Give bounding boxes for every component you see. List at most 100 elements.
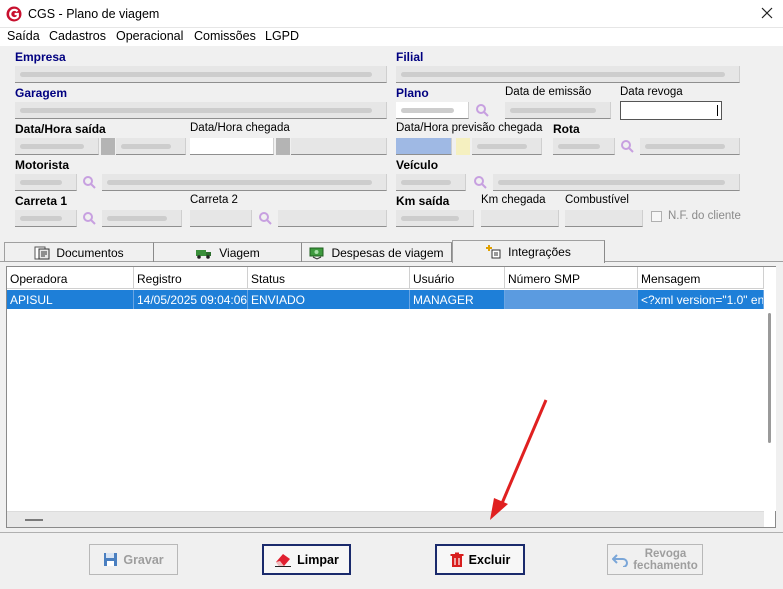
- plano-field[interactable]: [396, 102, 469, 119]
- carreta2-search-icon[interactable]: [258, 211, 272, 225]
- km-chegada-label: Km chegada: [481, 194, 546, 206]
- data-saida-field[interactable]: [15, 138, 99, 155]
- excluir-label: Excluir: [468, 552, 511, 567]
- undo-icon: [612, 553, 629, 567]
- revoga-label-line2: fechamento: [633, 559, 698, 572]
- empresa-field[interactable]: [15, 66, 387, 83]
- data-revoga-field[interactable]: [620, 101, 722, 120]
- money-icon: [309, 247, 324, 260]
- data-previsao-field[interactable]: [396, 138, 452, 155]
- combustivel-field[interactable]: [565, 210, 643, 227]
- km-chegada-field[interactable]: [481, 210, 559, 227]
- rota-label: Rota: [553, 122, 580, 136]
- menu-lgpd[interactable]: LGPD: [265, 29, 299, 43]
- combustivel-label: Combustível: [565, 194, 629, 206]
- close-button[interactable]: [755, 2, 779, 24]
- carreta2-desc-field[interactable]: [278, 210, 387, 227]
- rota-desc-field[interactable]: [640, 138, 740, 155]
- motorista-label: Motorista: [15, 158, 69, 172]
- excluir-button[interactable]: Excluir: [435, 544, 525, 575]
- carreta1-search-icon[interactable]: [82, 211, 96, 225]
- cell-usuario[interactable]: MANAGER: [410, 290, 505, 309]
- empresa-label: Empresa: [15, 50, 66, 64]
- carreta1-label: Carreta 1: [15, 194, 68, 208]
- integrations-grid[interactable]: Operadora Registro Status Usuário Número…: [6, 266, 776, 528]
- menu-operacional[interactable]: Operacional: [116, 29, 183, 43]
- menu-cadastros[interactable]: Cadastros: [49, 29, 106, 43]
- tab-viagem-label: Viagem: [219, 245, 260, 260]
- hora-previsao-field[interactable]: [472, 138, 542, 155]
- garagem-field[interactable]: [15, 102, 387, 119]
- revoga-fechamento-label: Revoga fechamento: [633, 548, 698, 572]
- data-saida-picker[interactable]: [101, 138, 115, 155]
- column-header-numero-smp[interactable]: Número SMP: [505, 267, 638, 289]
- carreta1-code-field[interactable]: [15, 210, 77, 227]
- integration-icon: [486, 245, 501, 259]
- horizontal-scroll-thumb[interactable]: [25, 519, 43, 521]
- gravar-button[interactable]: Gravar: [89, 544, 178, 575]
- eraser-icon: [275, 554, 292, 567]
- menu-bar: Saída Cadastros Operacional Comissões LG…: [0, 28, 783, 46]
- plano-search-icon[interactable]: [475, 103, 489, 117]
- cell-numero-smp[interactable]: [505, 290, 638, 309]
- vertical-scrollbar[interactable]: [764, 267, 776, 511]
- motorista-search-icon[interactable]: [82, 175, 96, 189]
- menu-comissoes[interactable]: Comissões: [194, 29, 256, 43]
- column-header-mensagem[interactable]: Mensagem: [638, 267, 764, 289]
- tab-integracoes-label: Integrações: [508, 245, 571, 259]
- motorista-name-field[interactable]: [102, 174, 387, 191]
- tab-integracoes[interactable]: Integrações: [452, 240, 605, 263]
- app-logo-icon: [6, 6, 22, 22]
- nf-cliente-label: N.F. do cliente: [668, 210, 741, 222]
- nf-cliente-checkbox[interactable]: [651, 211, 662, 222]
- limpar-button[interactable]: Limpar: [262, 544, 351, 575]
- veiculo-search-icon[interactable]: [473, 175, 487, 189]
- data-chegada-picker[interactable]: [276, 138, 290, 155]
- cell-status[interactable]: ENVIADO: [248, 290, 410, 309]
- cell-registro[interactable]: 14/05/2025 09:04:06: [134, 290, 248, 309]
- column-header-status[interactable]: Status: [248, 267, 410, 289]
- revoga-label-line1: Revoga: [644, 547, 687, 560]
- veiculo-desc-field[interactable]: [493, 174, 740, 191]
- carreta1-desc-field[interactable]: [102, 210, 182, 227]
- cell-mensagem[interactable]: <?xml version="1.0" enco: [638, 290, 764, 309]
- data-revoga-label: Data revoga: [620, 86, 683, 98]
- tab-viagem[interactable]: Viagem: [154, 242, 302, 262]
- vertical-scroll-thumb[interactable]: [768, 313, 771, 443]
- save-icon: [104, 553, 118, 566]
- plano-label: Plano: [396, 86, 429, 100]
- data-hora-chegada-label: Data/Hora chegada: [190, 122, 290, 134]
- close-icon: [761, 7, 773, 19]
- data-hora-saida-label: Data/Hora saída: [15, 122, 106, 136]
- rota-search-icon[interactable]: [620, 139, 634, 153]
- tab-documentos-label: Documentos: [56, 245, 124, 260]
- horizontal-scrollbar[interactable]: [7, 511, 764, 527]
- hora-saida-field[interactable]: [116, 138, 186, 155]
- km-saida-field[interactable]: [396, 210, 474, 227]
- rota-code-field[interactable]: [553, 138, 615, 155]
- veiculo-code-field[interactable]: [396, 174, 466, 191]
- column-header-operadora[interactable]: Operadora: [7, 267, 134, 289]
- carreta2-code-field[interactable]: [190, 210, 252, 227]
- window-title: CGS - Plano de viagem: [28, 7, 160, 21]
- motorista-code-field[interactable]: [15, 174, 77, 191]
- filial-field[interactable]: [396, 66, 740, 83]
- carreta2-label: Carreta 2: [190, 194, 238, 206]
- km-saida-label: Km saída: [396, 194, 450, 208]
- tab-despesas[interactable]: Despesas de viagem: [302, 242, 452, 262]
- data-emissao-field[interactable]: [505, 102, 611, 119]
- data-previsao-marker: [456, 138, 470, 155]
- trash-icon: [450, 552, 464, 567]
- data-emissao-label: Data de emissão: [505, 86, 592, 98]
- data-chegada-field[interactable]: [190, 138, 274, 155]
- menu-saida[interactable]: Saída: [7, 29, 40, 43]
- cell-operadora[interactable]: APISUL: [7, 290, 134, 309]
- column-header-registro[interactable]: Registro: [134, 267, 248, 289]
- revoga-fechamento-button[interactable]: Revoga fechamento: [607, 544, 703, 575]
- tab-documentos[interactable]: Documentos: [4, 242, 154, 262]
- tab-despesas-label: Despesas de viagem: [331, 245, 444, 260]
- column-header-usuario[interactable]: Usuário: [410, 267, 505, 289]
- gravar-label: Gravar: [123, 552, 164, 567]
- hora-chegada-field[interactable]: [291, 138, 387, 155]
- title-bar: CGS - Plano de viagem: [0, 0, 783, 28]
